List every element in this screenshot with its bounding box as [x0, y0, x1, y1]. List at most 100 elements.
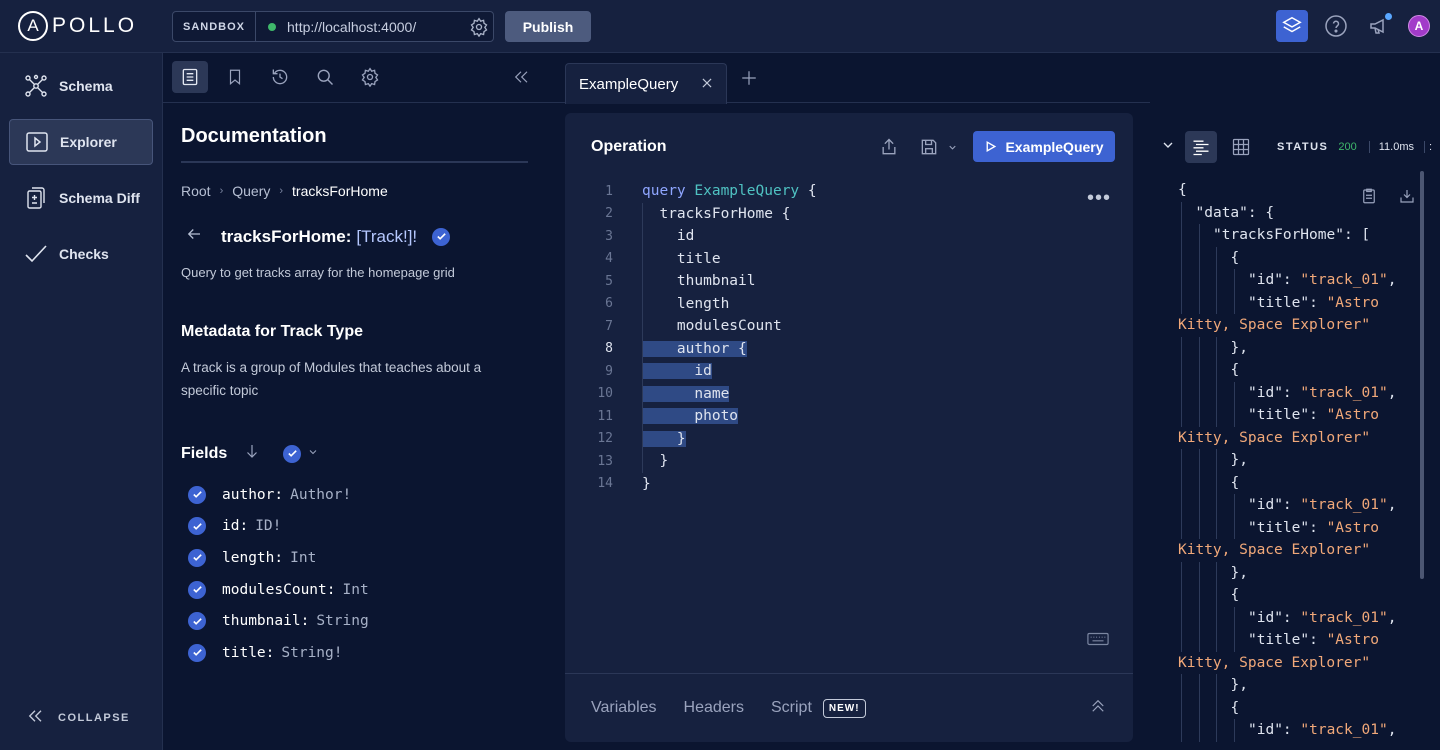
field-type[interactable]: Author!	[290, 487, 351, 503]
breadcrumb-query[interactable]: Query	[232, 183, 270, 199]
indent-guide	[1198, 449, 1200, 472]
user-avatar[interactable]: A	[1408, 15, 1430, 37]
documentation-icon[interactable]	[172, 61, 208, 93]
indent-guide	[1181, 246, 1182, 269]
field-type[interactable]: String!	[281, 645, 342, 661]
field-included-check-icon[interactable]	[432, 227, 451, 246]
sort-arrow-down-icon[interactable]	[243, 442, 261, 465]
collapse-response-chevron-icon[interactable]	[1160, 137, 1176, 158]
json-punctuation: ,	[1387, 722, 1397, 739]
code-line[interactable]: 2 tracksForHome {	[565, 202, 1133, 225]
code-text: thumbnail	[642, 273, 756, 290]
response-json[interactable]: {"data": {"tracksForHome": [{"id": "trac…	[1178, 179, 1418, 742]
line-number: 1	[605, 183, 613, 199]
field-check-icon[interactable]	[188, 485, 206, 504]
code-line[interactable]: 3 id	[565, 225, 1133, 248]
tab-variables[interactable]: Variables	[591, 699, 657, 717]
line-number: 6	[605, 296, 613, 312]
run-query-button[interactable]: ExampleQuery	[973, 131, 1115, 162]
field-type[interactable]: Int	[290, 550, 316, 566]
notification-dot	[1385, 13, 1392, 20]
settings-gear-icon[interactable]	[352, 61, 388, 93]
code-line[interactable]: 8 author {	[565, 337, 1133, 360]
json-string-value: Kitty, Space Explorer"	[1178, 429, 1371, 446]
indent-guide	[1198, 606, 1200, 629]
field-check-icon[interactable]	[188, 612, 206, 631]
tab-script[interactable]: Script	[771, 699, 812, 717]
collapse-sidebar-button[interactable]: COLLAPSE	[26, 707, 130, 728]
field-row-author[interactable]: author: Author!	[188, 479, 369, 511]
publish-button[interactable]: Publish	[505, 11, 591, 42]
field-check-icon[interactable]	[188, 548, 206, 567]
indent-guide	[1181, 561, 1182, 584]
nav-item-schema[interactable]: Schema	[9, 63, 153, 109]
code-line[interactable]: 14}	[565, 473, 1133, 496]
nav-item-explorer[interactable]: Explorer	[9, 119, 153, 165]
chevron-right-icon: ›	[219, 185, 224, 197]
query-editor[interactable]: 1 query ExampleQuery {2 tracksForHome {3 …	[565, 180, 1133, 495]
help-icon[interactable]	[1320, 10, 1352, 42]
field-row-thumbnail[interactable]: thumbnail: String	[188, 605, 369, 637]
tab-headers[interactable]: Headers	[684, 699, 744, 717]
nav-label: Schema	[59, 78, 113, 94]
code-text: tracksForHome {	[642, 205, 791, 222]
endpoint-url-input[interactable]: http://localhost:4000/	[287, 19, 465, 35]
field-check-icon[interactable]	[188, 643, 206, 662]
field-row-modulescount[interactable]: modulesCount: Int	[188, 574, 369, 606]
history-icon[interactable]	[262, 61, 298, 93]
add-tab-plus-icon[interactable]	[740, 67, 758, 93]
search-icon[interactable]	[307, 61, 343, 93]
field-row-id[interactable]: id: ID!	[188, 511, 369, 543]
keyboard-shortcuts-icon[interactable]	[1087, 631, 1109, 652]
field-row-length[interactable]: length: Int	[188, 542, 369, 574]
connection-settings-gear-icon[interactable]	[465, 16, 493, 37]
graph-layers-icon[interactable]	[1276, 10, 1308, 42]
code-line[interactable]: 4 title	[565, 247, 1133, 270]
indent-guide	[1216, 246, 1217, 269]
share-upload-icon[interactable]	[879, 137, 899, 162]
code-line[interactable]: 5 thumbnail	[565, 270, 1133, 293]
code-line[interactable]: 11 photo	[565, 405, 1133, 428]
code-line[interactable]: 6 length	[565, 292, 1133, 315]
field-check-icon[interactable]	[188, 517, 206, 536]
response-scrollbar[interactable]	[1420, 171, 1424, 579]
status-code: 200	[1338, 141, 1357, 153]
code-line[interactable]: 13 }	[565, 450, 1133, 473]
expand-footer-chevron-icon[interactable]	[1089, 697, 1107, 720]
field-row-title[interactable]: title: String!	[188, 637, 369, 669]
indent-guide	[1216, 471, 1217, 494]
breadcrumb-root[interactable]: Root	[181, 183, 211, 199]
json-line: {	[1178, 179, 1418, 202]
fields-label: Fields	[181, 444, 228, 462]
field-type[interactable]: ID!	[255, 518, 281, 534]
field-type[interactable]: Int	[343, 582, 369, 598]
line-number: 12	[597, 431, 613, 447]
table-view-icon[interactable]	[1225, 131, 1257, 163]
nav-item-checks[interactable]: Checks	[9, 231, 153, 277]
nav-item-schema-diff[interactable]: Schema Diff	[9, 175, 153, 221]
code-line[interactable]: 9 id	[565, 360, 1133, 383]
collapse-docs-chevron-icon[interactable]	[503, 61, 539, 93]
json-view-icon[interactable]	[1185, 131, 1217, 163]
select-all-fields-check-icon[interactable]	[283, 444, 302, 463]
code-line[interactable]: 1 query ExampleQuery {	[565, 180, 1133, 203]
apollo-logo[interactable]: A POLLO	[18, 10, 137, 42]
back-arrow-icon[interactable]	[185, 225, 203, 248]
field-type[interactable]: String	[316, 613, 368, 629]
indent-guide	[1181, 516, 1182, 539]
field-check-icon[interactable]	[188, 580, 206, 599]
field-type-link[interactable]: [Track!]!	[356, 227, 417, 247]
sandbox-tag[interactable]: SANDBOX	[173, 12, 257, 41]
json-line: {	[1178, 246, 1418, 269]
announcements-megaphone-icon[interactable]	[1364, 10, 1396, 42]
chevron-down-icon[interactable]	[307, 445, 319, 463]
bookmark-icon[interactable]	[217, 61, 253, 93]
code-line[interactable]: 10 name	[565, 382, 1133, 405]
tab-examplequery[interactable]: ExampleQuery	[565, 63, 727, 104]
code-line[interactable]: 7 modulesCount	[565, 315, 1133, 338]
close-tab-icon[interactable]	[700, 76, 714, 94]
json-punctuation: },	[1230, 452, 1248, 469]
code-line[interactable]: 12 }	[565, 427, 1133, 450]
operation-panel: Operation ExampleQuery ••• 1 query Exampl…	[565, 113, 1133, 742]
save-collection-button[interactable]	[919, 137, 958, 157]
